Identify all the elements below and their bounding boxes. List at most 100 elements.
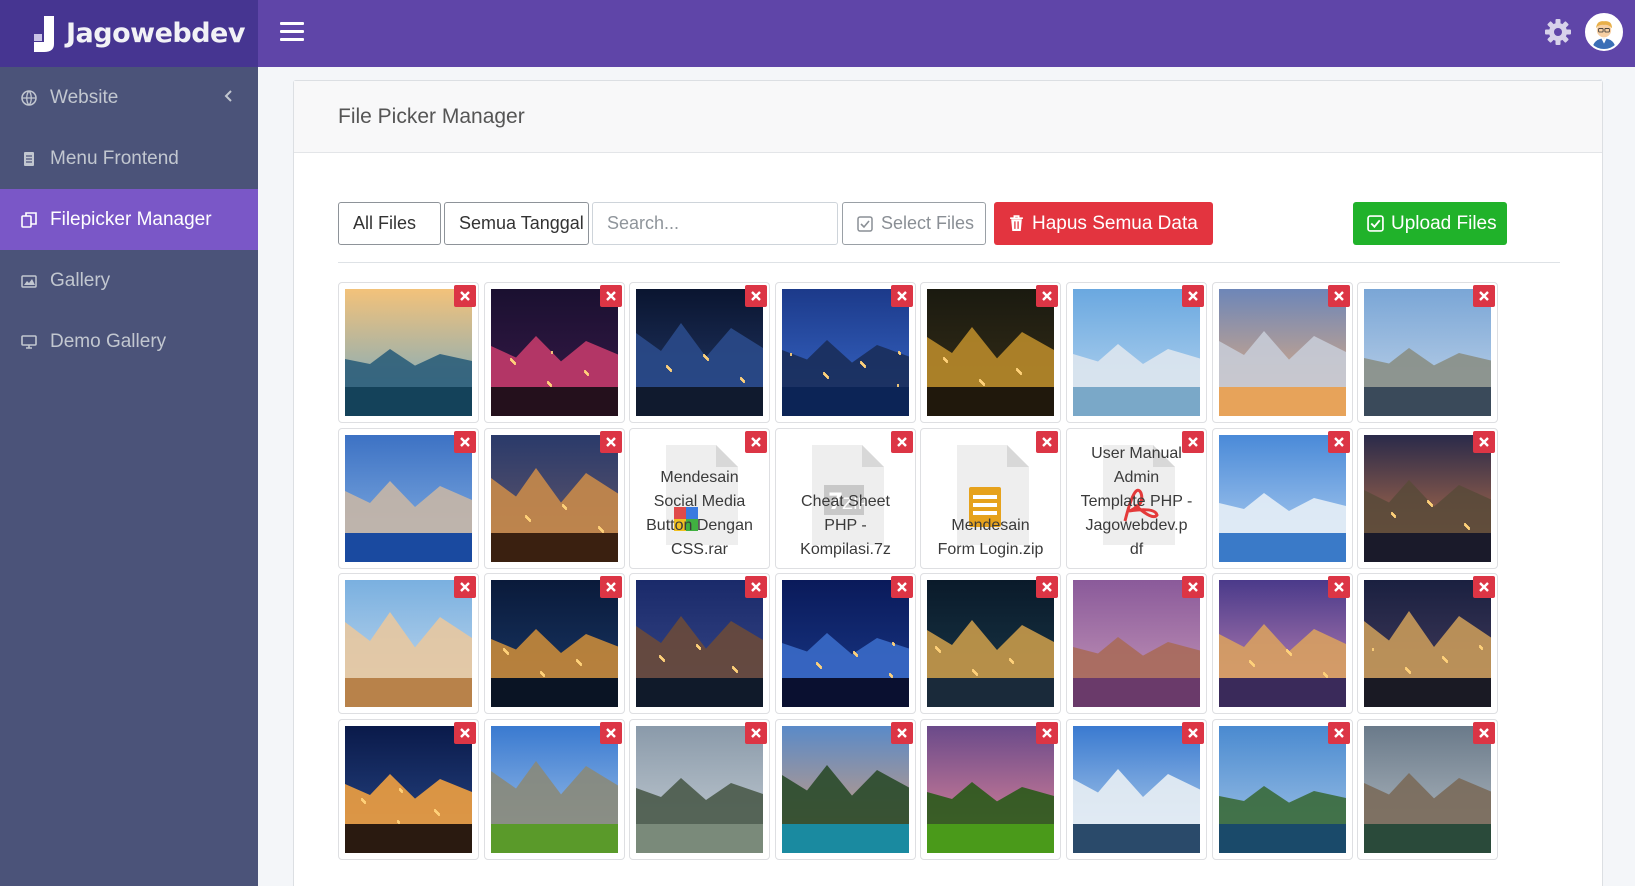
delete-file-button[interactable] [891, 431, 913, 453]
delete-file-button[interactable] [600, 285, 622, 307]
delete-file-button[interactable] [1328, 576, 1350, 598]
image-tile[interactable] [1357, 719, 1498, 860]
image-thumbnail [345, 580, 472, 707]
delete-file-button[interactable] [891, 576, 913, 598]
image-tile[interactable] [920, 573, 1061, 714]
search-input[interactable]: Search... [592, 202, 838, 245]
delete-file-button[interactable] [1182, 576, 1204, 598]
gear-icon[interactable] [1543, 17, 1573, 47]
image-tile[interactable] [1357, 282, 1498, 423]
image-tile[interactable] [1212, 573, 1353, 714]
close-icon [1188, 582, 1198, 592]
delete-file-button[interactable] [1036, 576, 1058, 598]
sidebar-item-demo-gallery[interactable]: Demo Gallery [0, 311, 258, 372]
image-tile[interactable] [1212, 428, 1353, 569]
file-name: Mendesain Form Login.zip [925, 514, 1056, 562]
image-tile[interactable] [1066, 282, 1207, 423]
delete-file-button[interactable] [454, 431, 476, 453]
delete-file-button[interactable] [1473, 722, 1495, 744]
image-tile[interactable] [775, 719, 916, 860]
sidebar-item-filepicker-manager[interactable]: Filepicker Manager [0, 189, 258, 250]
close-icon [1334, 582, 1344, 592]
image-tile[interactable] [1212, 719, 1353, 860]
delete-file-button[interactable] [1182, 722, 1204, 744]
image-tile[interactable] [629, 573, 770, 714]
toolbar: All Files Semua Tanggal Search... Select… [338, 202, 1560, 245]
delete-file-button[interactable] [1328, 431, 1350, 453]
delete-file-button[interactable] [745, 431, 767, 453]
card-header: File Picker Manager [294, 81, 1602, 153]
image-tile[interactable] [1357, 573, 1498, 714]
sidebar-item-menu-frontend[interactable]: Menu Frontend [0, 128, 258, 189]
delete-file-button[interactable] [1182, 285, 1204, 307]
image-tile[interactable] [484, 282, 625, 423]
image-tile[interactable] [484, 428, 625, 569]
delete-file-button[interactable] [1473, 285, 1495, 307]
images-icon [20, 272, 38, 290]
delete-file-button[interactable] [1328, 722, 1350, 744]
image-tile[interactable] [1212, 282, 1353, 423]
delete-file-button[interactable] [1036, 431, 1058, 453]
delete-file-button[interactable] [1473, 431, 1495, 453]
file-name-line: Form Login.zip [937, 541, 1044, 558]
file-tile[interactable]: Mendesain Social Media Button Dengan CSS.ra… [629, 428, 770, 569]
delete-file-button[interactable] [600, 722, 622, 744]
delete-all-button[interactable]: Hapus Semua Data [994, 202, 1213, 245]
close-icon [1042, 582, 1052, 592]
delete-file-button[interactable] [454, 722, 476, 744]
image-tile[interactable] [338, 719, 479, 860]
delete-file-button[interactable] [891, 722, 913, 744]
file-tile[interactable]: 7 ZIP Cheat Sheet PHP - Kompilasi.7z [775, 428, 916, 569]
file-tile[interactable]: Mendesain Form Login.zip [920, 428, 1061, 569]
delete-file-button[interactable] [745, 576, 767, 598]
file-name-line: Kompilasi.7z [800, 541, 891, 558]
image-tile[interactable] [338, 428, 479, 569]
close-icon [460, 582, 470, 592]
delete-file-button[interactable] [454, 285, 476, 307]
image-tile[interactable] [338, 573, 479, 714]
user-avatar[interactable] [1585, 13, 1623, 51]
file-name-line: Social Media [653, 493, 746, 510]
image-tile[interactable] [484, 719, 625, 860]
delete-file-button[interactable] [600, 431, 622, 453]
sidebar-item-website[interactable]: Website [0, 67, 258, 128]
image-tile[interactable] [775, 573, 916, 714]
file-type-filter[interactable]: All Files [338, 202, 441, 245]
image-tile[interactable] [775, 282, 916, 423]
delete-file-button[interactable] [1036, 722, 1058, 744]
delete-file-button[interactable] [745, 722, 767, 744]
delete-file-button[interactable] [745, 285, 767, 307]
image-thumbnail [491, 435, 618, 562]
delete-file-button[interactable] [454, 576, 476, 598]
sidebar-item-gallery[interactable]: Gallery [0, 250, 258, 311]
close-icon [897, 728, 907, 738]
delete-file-button[interactable] [1036, 285, 1058, 307]
image-thumbnail [636, 726, 763, 853]
image-tile[interactable] [484, 573, 625, 714]
delete-file-button[interactable] [891, 285, 913, 307]
delete-file-button[interactable] [1473, 576, 1495, 598]
select-files-button[interactable]: Select Files [842, 202, 986, 245]
image-thumbnail [927, 726, 1054, 853]
desktop-icon [20, 333, 38, 351]
image-thumbnail [782, 289, 909, 416]
image-tile[interactable] [1066, 573, 1207, 714]
image-tile[interactable] [1357, 428, 1498, 569]
image-tile[interactable] [629, 719, 770, 860]
file-tile[interactable]: User Manual Admin Template PHP - Jagowebdev… [1066, 428, 1207, 569]
image-tile[interactable] [338, 282, 479, 423]
image-tile[interactable] [1066, 719, 1207, 860]
brand[interactable]: Jagowebdev [0, 0, 258, 67]
upload-files-button[interactable]: Upload Files [1353, 202, 1507, 245]
file-name-line: Button Dengan [646, 517, 753, 534]
hamburger-menu-icon[interactable] [280, 22, 304, 44]
date-filter[interactable]: Semua Tanggal [444, 202, 589, 245]
delete-file-button[interactable] [1328, 285, 1350, 307]
image-tile[interactable] [629, 282, 770, 423]
image-tile[interactable] [920, 719, 1061, 860]
delete-file-button[interactable] [1182, 431, 1204, 453]
image-tile[interactable] [920, 282, 1061, 423]
delete-file-button[interactable] [600, 576, 622, 598]
globe-icon [20, 89, 38, 107]
copy-icon [20, 211, 38, 229]
